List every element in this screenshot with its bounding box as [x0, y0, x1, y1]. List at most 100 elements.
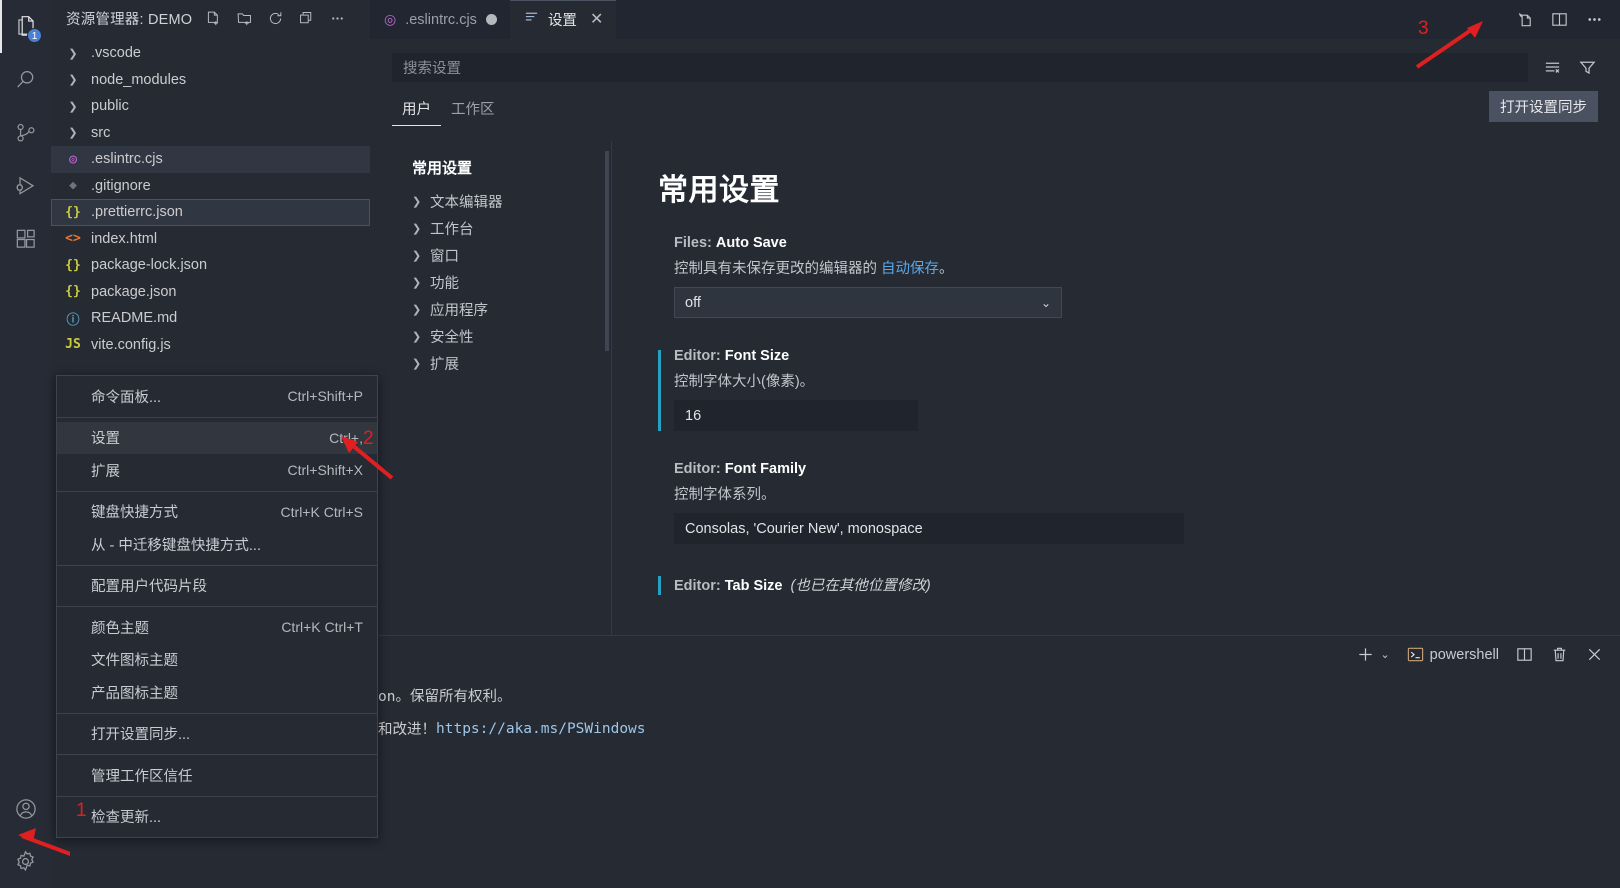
- tab-user[interactable]: 用户: [392, 98, 441, 126]
- toc-scrollbar[interactable]: [605, 151, 609, 351]
- close-icon[interactable]: [1585, 645, 1604, 664]
- ellipsis-icon[interactable]: [326, 8, 348, 30]
- tree-item-vite-config-js[interactable]: JS vite.config.js: [51, 332, 370, 359]
- chevron-down-icon[interactable]: ⌄: [1380, 648, 1389, 661]
- menu-separator: [57, 795, 377, 797]
- toc-item-1[interactable]: ❯ 工作台: [412, 215, 612, 242]
- menu-item-设置[interactable]: 设置 Ctrl+,: [57, 421, 377, 454]
- tree-item-node-modules[interactable]: ❯ node_modules: [51, 67, 370, 94]
- funnel-icon[interactable]: [1576, 57, 1598, 79]
- activity-bar-bottom: [0, 782, 51, 888]
- menu-item-命令面板[interactable]: 命令面板... Ctrl+Shift+P: [57, 380, 377, 413]
- setting-select-auto-save[interactable]: off ⌄: [674, 287, 1062, 318]
- tab-settings[interactable]: 设置 ✕: [509, 0, 617, 39]
- menu-item-从中迁移键盘快捷方式[interactable]: 从 - 中迁移键盘快捷方式...: [57, 528, 377, 561]
- setting-title: Files: Auto Save: [674, 235, 1620, 251]
- menu-separator: [57, 712, 377, 714]
- ellipsis-icon[interactable]: [1585, 10, 1604, 29]
- settings-search-input[interactable]: 搜索设置: [392, 53, 1528, 82]
- chevron-right-icon[interactable]: ❯: [64, 100, 82, 113]
- tree-item-readme-md[interactable]: ⓘ README.md: [51, 305, 370, 332]
- chevron-down-icon[interactable]: ⌄: [1041, 296, 1051, 310]
- menu-item-扩展[interactable]: 扩展 Ctrl+Shift+X: [57, 454, 377, 487]
- chevron-right-icon[interactable]: ❯: [412, 249, 430, 262]
- tree-item-prettierrc-json[interactable]: {} .prettierrc.json: [51, 199, 370, 226]
- clear-filter-icon[interactable]: [1541, 57, 1563, 79]
- terminal-name: powershell: [1429, 646, 1499, 663]
- split-editor-icon[interactable]: [1550, 10, 1569, 29]
- terminal-instance[interactable]: powershell: [1406, 645, 1499, 664]
- open-settings-sync-button[interactable]: 打开设置同步: [1489, 91, 1598, 122]
- setting-description-link[interactable]: 自动保存: [881, 261, 939, 277]
- menu-item-文件图标主题[interactable]: 文件图标主题: [57, 644, 377, 677]
- tree-item-gitignore[interactable]: ◆ .gitignore: [51, 173, 370, 200]
- editor-area: ◎ .eslintrc.cjs 设置 ✕ 搜索设置 用户 工作区 打开设置同步 …: [370, 0, 1620, 888]
- toc-item-2[interactable]: ❯ 窗口: [412, 242, 612, 269]
- menu-separator: [57, 416, 377, 418]
- menu-item-shortcut: Ctrl+,: [329, 429, 363, 446]
- new-file-icon[interactable]: [202, 8, 224, 30]
- new-folder-icon[interactable]: [233, 8, 255, 30]
- menu-item-shortcut: Ctrl+K Ctrl+T: [281, 619, 363, 636]
- setting-input-font-family[interactable]: Consolas, 'Courier New', monospace: [674, 513, 1184, 544]
- collapse-all-icon[interactable]: [295, 8, 317, 30]
- chevron-right-icon[interactable]: ❯: [412, 222, 430, 235]
- menu-item-检查更新[interactable]: 检查更新...: [57, 801, 377, 834]
- tree-item-index-html[interactable]: <> index.html: [51, 226, 370, 253]
- chevron-right-icon[interactable]: ❯: [412, 357, 430, 370]
- tree-item-public[interactable]: ❯ public: [51, 93, 370, 120]
- tree-item-package-lock-json[interactable]: {} package-lock.json: [51, 252, 370, 279]
- chevron-right-icon[interactable]: ❯: [412, 195, 430, 208]
- activity-item-run-and-debug[interactable]: [0, 159, 51, 212]
- menu-item-颜色主题[interactable]: 颜色主题 Ctrl+K Ctrl+T: [57, 611, 377, 644]
- activity-item-extensions[interactable]: [0, 212, 51, 265]
- activity-item-explorer[interactable]: 1: [0, 0, 51, 53]
- activity-item-search[interactable]: [0, 53, 51, 106]
- new-terminal-button[interactable]: ⌄: [1356, 645, 1390, 664]
- toc-item-3[interactable]: ❯ 功能: [412, 269, 612, 296]
- menu-item-配置用户代码片段[interactable]: 配置用户代码片段: [57, 570, 377, 603]
- tab-dirty-indicator[interactable]: [485, 14, 497, 25]
- toc-item-4[interactable]: ❯ 应用程序: [412, 296, 612, 323]
- toc-item-0[interactable]: ❯ 文本编辑器: [412, 188, 612, 215]
- menu-item-产品图标主题[interactable]: 产品图标主题: [57, 676, 377, 709]
- terminal-output[interactable]: on。保留所有权利。 和改进！ https://aka.ms/PSWindows: [370, 673, 1620, 745]
- html-icon: <>: [65, 231, 81, 247]
- toc-item-5[interactable]: ❯ 安全性: [412, 323, 612, 350]
- terminal-link[interactable]: https://aka.ms/PSWindows: [436, 721, 646, 737]
- tab-label: 设置: [547, 13, 577, 29]
- split-editor-right-icon[interactable]: [1515, 10, 1534, 29]
- menu-item-键盘快捷方式[interactable]: 键盘快捷方式 Ctrl+K Ctrl+S: [57, 496, 377, 529]
- refresh-icon[interactable]: [264, 8, 286, 30]
- menu-item-管理工作区信任[interactable]: 管理工作区信任: [57, 759, 377, 792]
- setting-key-name: Font Family: [724, 461, 807, 477]
- chevron-right-icon[interactable]: ❯: [412, 276, 430, 289]
- activity-item-accounts[interactable]: [0, 782, 51, 835]
- chevron-right-icon[interactable]: ❯: [64, 73, 82, 86]
- search-icon: [16, 70, 33, 87]
- tab-eslintrc[interactable]: ◎ .eslintrc.cjs: [370, 0, 510, 39]
- split-icon[interactable]: [1515, 645, 1534, 664]
- chevron-right-icon[interactable]: ❯: [412, 303, 430, 316]
- tree-item-eslintrc-cjs[interactable]: ◎ .eslintrc.cjs: [51, 146, 370, 173]
- chevron-right-icon[interactable]: ❯: [64, 47, 82, 60]
- toc-item-6[interactable]: ❯ 扩展: [412, 350, 612, 377]
- chevron-right-icon[interactable]: ❯: [64, 126, 82, 139]
- tree-item-package-json[interactable]: {} package.json: [51, 279, 370, 306]
- tree-item-src[interactable]: ❯ src: [51, 120, 370, 147]
- menu-separator: [57, 754, 377, 755]
- chevron-right-icon[interactable]: ❯: [412, 330, 430, 343]
- tab-workspace[interactable]: 工作区: [441, 98, 505, 126]
- menu-item-打开设置同步[interactable]: 打开设置同步...: [57, 718, 377, 751]
- close-icon[interactable]: ✕: [586, 11, 603, 28]
- tree-item-label: .prettierrc.json: [91, 204, 183, 221]
- trash-icon[interactable]: [1550, 645, 1569, 664]
- activity-item-source-control[interactable]: [0, 106, 51, 159]
- toc-header: 常用设置: [412, 160, 473, 177]
- menu-item-shortcut: Ctrl+Shift+X: [287, 462, 363, 479]
- editor-actions: [1515, 0, 1620, 39]
- tree-item-vscode[interactable]: ❯ .vscode: [51, 40, 370, 67]
- terminal-line: 和改进！ https://aka.ms/PSWindows: [370, 712, 1620, 745]
- activity-item-manage[interactable]: [0, 835, 51, 888]
- setting-input-font-size[interactable]: 16: [674, 400, 918, 431]
